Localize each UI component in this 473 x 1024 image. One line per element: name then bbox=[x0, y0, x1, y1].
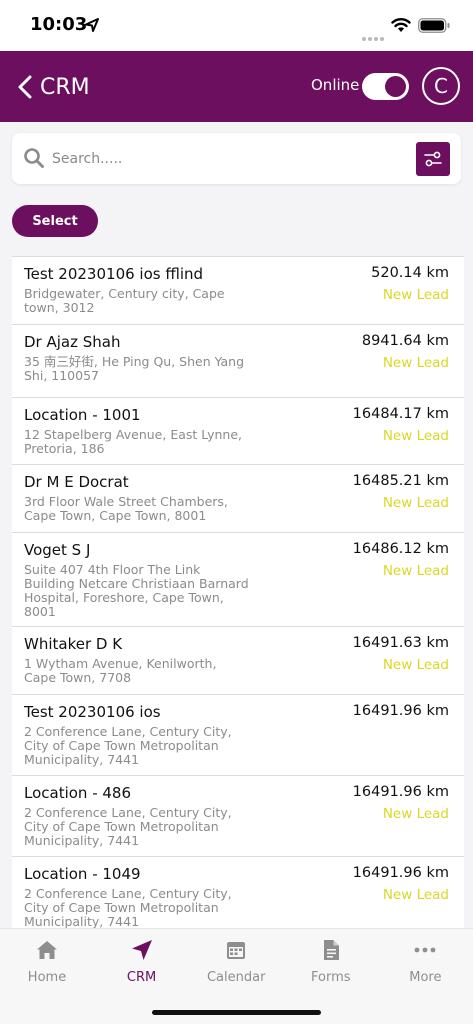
lead-distance: 16491.96 km bbox=[352, 703, 449, 719]
wifi-icon bbox=[391, 18, 411, 32]
lead-row[interactable]: Location - 1001 12 Stapelberg Avenue, Eas… bbox=[12, 398, 464, 465]
lead-name: Dr Ajaz Shah bbox=[24, 333, 121, 351]
lead-distance: 16491.96 km bbox=[352, 784, 449, 800]
battery-icon bbox=[418, 18, 450, 33]
lead-row[interactable]: Voget S J Suite 407 4th Floor The Link Bu… bbox=[12, 533, 464, 627]
tab-more[interactable]: More bbox=[378, 929, 472, 999]
lead-status: New Lead bbox=[382, 287, 449, 303]
app-header: CRM Online C bbox=[0, 51, 473, 122]
more-dots-icon bbox=[413, 938, 437, 962]
lead-name: Test 20230106 ios fflind bbox=[24, 265, 204, 283]
tab-bar: Home CRM Calendar Forms More bbox=[0, 928, 473, 1024]
lead-distance: 8941.64 km bbox=[361, 333, 449, 349]
lead-address: Suite 407 4th Floor The Link Building Ne… bbox=[24, 562, 249, 619]
back-button[interactable]: CRM bbox=[16, 71, 90, 103]
tab-label: Calendar bbox=[206, 970, 266, 985]
lead-address: Bridgewater, Century city, Cape town, 30… bbox=[24, 286, 225, 315]
lead-distance: 16486.12 km bbox=[352, 541, 449, 557]
lead-status: New Lead bbox=[382, 495, 449, 511]
lead-status: New Lead bbox=[382, 806, 449, 822]
lead-name: Whitaker D K bbox=[24, 635, 123, 653]
lead-status: New Lead bbox=[382, 657, 449, 673]
sliders-icon bbox=[424, 151, 442, 167]
tab-label: Home bbox=[27, 970, 67, 985]
lead-row[interactable]: Location - 1049 2 Conference Lane, Centur… bbox=[12, 857, 464, 928]
search-input[interactable] bbox=[52, 145, 402, 172]
lead-name: Location - 486 bbox=[24, 784, 132, 802]
lead-address: 3rd Floor Wale Street Chambers, Cape Tow… bbox=[24, 494, 228, 523]
lead-name: Test 20230106 ios bbox=[24, 703, 161, 721]
lead-row[interactable]: Dr M E Docrat 3rd Floor Wale Street Chamb… bbox=[12, 465, 464, 533]
lead-name: Location - 1001 bbox=[24, 406, 141, 424]
page-title: CRM bbox=[40, 74, 90, 100]
document-icon bbox=[319, 938, 343, 962]
lead-status: New Lead bbox=[382, 563, 449, 579]
select-button[interactable]: Select bbox=[12, 205, 98, 237]
lead-row[interactable]: Whitaker D K 1 Wytham Avenue, Kenilworth,… bbox=[12, 627, 464, 695]
online-toggle[interactable] bbox=[362, 73, 409, 100]
lead-distance: 16484.17 km bbox=[352, 406, 449, 422]
lead-address: 35 南三好街, He Ping Qu, Shen Yang Shi, 1100… bbox=[24, 354, 245, 383]
lead-list: Test 20230106 ios fflind Bridgewater, Cen… bbox=[12, 256, 464, 928]
lead-row[interactable]: Test 20230106 ios 2 Conference Lane, Cent… bbox=[12, 695, 464, 776]
lead-row[interactable]: Location - 486 2 Conference Lane, Century… bbox=[12, 776, 464, 857]
search-icon bbox=[24, 148, 44, 168]
chevron-left-icon bbox=[18, 75, 32, 99]
tab-crm[interactable]: CRM bbox=[95, 929, 189, 999]
tab-label: CRM bbox=[126, 970, 157, 985]
status-time: 10:03 bbox=[30, 14, 88, 35]
lead-distance: 16491.63 km bbox=[352, 635, 449, 651]
home-icon bbox=[35, 938, 59, 962]
lead-status: New Lead bbox=[382, 355, 449, 371]
lead-distance: 520.14 km bbox=[371, 265, 449, 281]
filter-button[interactable] bbox=[416, 142, 450, 176]
tab-forms[interactable]: Forms bbox=[284, 929, 378, 999]
lead-row[interactable]: Test 20230106 ios fflind Bridgewater, Cen… bbox=[12, 257, 464, 325]
lead-distance: 16485.21 km bbox=[352, 473, 449, 489]
lead-name: Voget S J bbox=[24, 541, 91, 559]
lead-address: 2 Conference Lane, Century City, City of… bbox=[24, 724, 232, 767]
lead-address: 2 Conference Lane, Century City, City of… bbox=[24, 886, 232, 929]
lead-address: 2 Conference Lane, Century City, City of… bbox=[24, 805, 232, 848]
lead-address: 1 Wytham Avenue, Kenilworth, Cape Town, … bbox=[24, 656, 217, 685]
navigation-arrow-icon bbox=[130, 938, 154, 962]
lead-status: New Lead bbox=[382, 428, 449, 444]
cellular-dots-icon bbox=[362, 26, 386, 45]
calendar-icon bbox=[224, 938, 248, 962]
lead-name: Location - 1049 bbox=[24, 865, 141, 883]
status-bar: 10:03 bbox=[0, 0, 473, 51]
lead-name: Dr M E Docrat bbox=[24, 473, 129, 491]
toggle-knob bbox=[385, 76, 406, 97]
lead-address: 12 Stapelberg Avenue, East Lynne, Pretor… bbox=[24, 427, 242, 456]
tab-label: Forms bbox=[311, 970, 351, 985]
lead-distance: 16491.96 km bbox=[352, 865, 449, 881]
tab-label: More bbox=[409, 970, 442, 985]
avatar[interactable]: C bbox=[422, 67, 460, 105]
lead-status: New Lead bbox=[382, 887, 449, 903]
online-label: Online bbox=[311, 76, 360, 94]
lead-row[interactable]: Dr Ajaz Shah 35 南三好街, He Ping Qu, Shen Ya… bbox=[12, 325, 464, 398]
tab-home[interactable]: Home bbox=[0, 929, 94, 999]
tab-calendar[interactable]: Calendar bbox=[189, 929, 283, 999]
search-bar bbox=[12, 133, 461, 184]
home-indicator bbox=[152, 1010, 321, 1015]
location-arrow-icon bbox=[85, 18, 99, 32]
